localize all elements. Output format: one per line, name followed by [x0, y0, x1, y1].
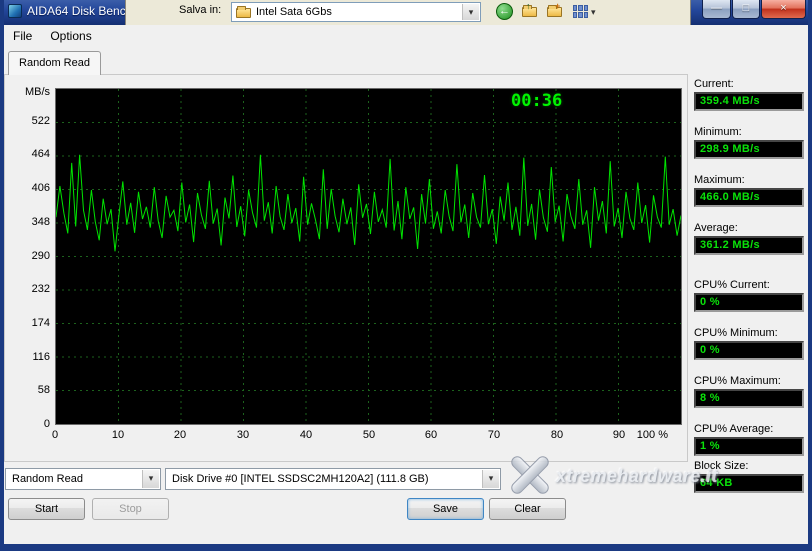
benchmark-chart: 00:36	[55, 88, 682, 425]
menu-options[interactable]: Options	[41, 25, 100, 43]
stat-value-maximum: 466.0 MB/s	[694, 188, 804, 207]
stat-value-cpu-current: 0 %	[694, 293, 804, 312]
y-axis-label: 464	[31, 148, 50, 160]
x-axis-labels: 0 10 20 30 40 50 60 70 80 90 100 %	[51, 429, 682, 443]
stat-value-minimum: 298.9 MB/s	[694, 140, 804, 159]
save-button[interactable]: Save	[407, 498, 484, 520]
stat-value-cpu-minimum: 0 %	[694, 341, 804, 360]
test-type-value: Random Read	[12, 473, 83, 485]
window-border-left	[0, 0, 4, 551]
x-axis-label: 30	[236, 429, 250, 441]
save-location-value: Intel Sata 6Gbs	[256, 6, 332, 18]
save-dialog-fragment: Salva in: Intel Sata 6Gbs ▾ ← ↑ + ▾	[125, 0, 691, 25]
stat-value-cpu-average: 1 %	[694, 437, 804, 456]
x-axis-label: 20	[173, 429, 187, 441]
x-axis-label: 90	[612, 429, 626, 441]
menu-file[interactable]: File	[4, 25, 41, 43]
minimize-button[interactable]: —	[702, 0, 731, 19]
save-in-label: Salva in:	[179, 4, 222, 16]
x-axis-label: 80	[550, 429, 564, 441]
tab-random-read[interactable]: Random Read	[8, 51, 101, 75]
clear-button[interactable]: Clear	[489, 498, 566, 520]
stat-label-average: Average:	[694, 222, 738, 234]
maximize-button[interactable]: □	[732, 0, 760, 19]
stat-label-minimum: Minimum:	[694, 126, 742, 138]
y-axis-labels: 522 464 406 348 290 232 174 116 58 0	[6, 88, 50, 430]
aida64-disk-benchmark-window: AIDA64 Disk Bench... — □ × Salva in: Int…	[0, 0, 812, 551]
y-axis-label: 232	[31, 283, 50, 295]
stat-value-average: 361.2 MB/s	[694, 236, 804, 255]
window-controls: — □ ×	[702, 0, 806, 19]
chevron-down-icon[interactable]: ▾	[142, 470, 159, 488]
stat-label-block-size: Block Size:	[694, 460, 749, 472]
view-menu-icon[interactable]	[573, 5, 588, 18]
stat-label-current: Current:	[694, 78, 734, 90]
back-icon[interactable]: ←	[496, 3, 513, 20]
stat-label-maximum: Maximum:	[694, 174, 745, 186]
stat-value-block-size: 64 KB	[694, 474, 804, 493]
y-axis-label: 58	[37, 384, 50, 396]
y-axis-label: 0	[43, 418, 50, 430]
y-axis-label: 406	[31, 182, 50, 194]
stat-label-cpu-current: CPU% Current:	[694, 279, 770, 291]
start-button[interactable]: Start	[8, 498, 85, 520]
y-axis-label: 348	[31, 216, 50, 228]
test-type-select[interactable]: Random Read ▾	[5, 468, 161, 490]
chevron-down-icon[interactable]: ▾	[591, 7, 596, 18]
x-axis-label: 70	[487, 429, 501, 441]
x-axis-label: 0	[51, 429, 59, 441]
window-border-bottom	[0, 544, 812, 551]
elapsed-timer: 00:36	[511, 91, 563, 111]
folder-icon	[236, 6, 251, 18]
y-axis-label: 116	[32, 351, 50, 363]
stat-label-cpu-maximum: CPU% Maximum:	[694, 375, 781, 387]
menubar: File Options	[4, 25, 808, 47]
aida64-app-icon	[8, 4, 22, 18]
stop-button[interactable]: Stop	[92, 498, 169, 520]
stat-value-current: 359.4 MB/s	[694, 92, 804, 111]
save-location-combobox[interactable]: Intel Sata 6Gbs ▾	[231, 2, 481, 22]
chevron-down-icon[interactable]: ▾	[462, 4, 479, 20]
stat-label-cpu-average: CPU% Average:	[694, 423, 774, 435]
x-axis-label: 60	[424, 429, 438, 441]
stat-value-cpu-maximum: 8 %	[694, 389, 804, 408]
x-axis-label: 40	[299, 429, 313, 441]
y-axis-label: 290	[31, 250, 50, 262]
chevron-down-icon[interactable]: ▾	[482, 470, 499, 488]
drive-select[interactable]: Disk Drive #0 [INTEL SSDSC2MH120A2] (111…	[165, 468, 501, 490]
y-axis-label: 174	[31, 317, 50, 329]
stat-label-cpu-minimum: CPU% Minimum:	[694, 327, 778, 339]
x-axis-label: 10	[111, 429, 125, 441]
chart-canvas	[55, 89, 682, 424]
window-border-right	[808, 0, 812, 551]
x-axis-label: 100 %	[636, 429, 668, 441]
x-axis-label: 50	[362, 429, 376, 441]
close-button[interactable]: ×	[761, 0, 806, 19]
y-axis-label: 522	[31, 115, 50, 127]
drive-value: Disk Drive #0 [INTEL SSDSC2MH120A2] (111…	[172, 473, 429, 485]
